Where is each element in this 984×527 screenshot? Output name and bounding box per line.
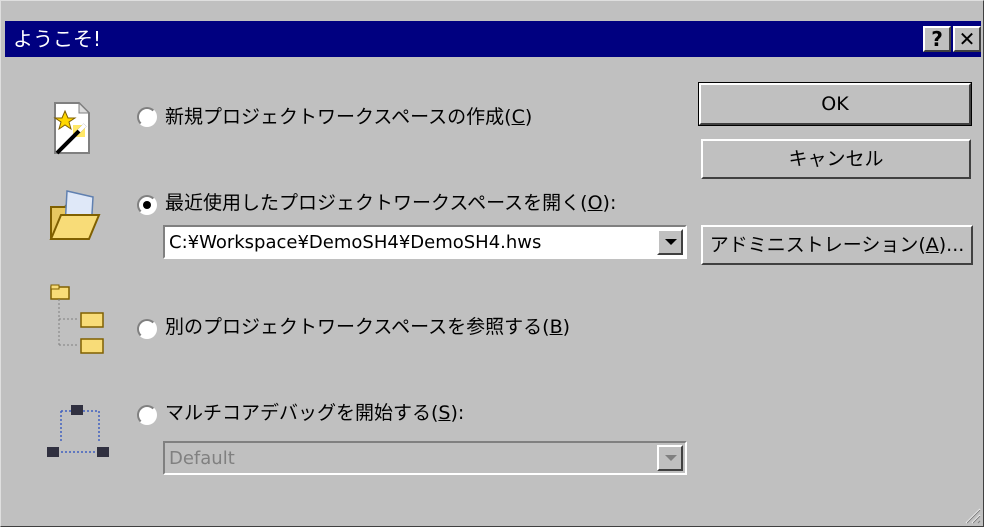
- window-title: ようこそ!: [13, 27, 102, 51]
- recent-workspace-label[interactable]: 最近使用したプロジェクトワークスペースを開く(O):: [165, 191, 616, 215]
- multicore-network-icon: [47, 405, 109, 457]
- new-workspace-label[interactable]: 新規プロジェクトワークスペースの作成(C): [165, 105, 532, 129]
- cancel-button[interactable]: キャンセル: [701, 139, 971, 179]
- help-button[interactable]: ?: [923, 26, 951, 52]
- multicore-debug-label[interactable]: マルチコアデバッグを開始する(S):: [165, 401, 464, 425]
- close-button[interactable]: ✕: [953, 26, 981, 52]
- multicore-config-value: Default: [169, 448, 235, 469]
- administration-button[interactable]: アドミニストレーション(A)...: [701, 225, 973, 265]
- recent-workspace-combo[interactable]: C:¥Workspace¥DemoSH4¥DemoSH4.hws: [163, 225, 687, 259]
- recent-workspace-path: C:¥Workspace¥DemoSH4¥DemoSH4.hws: [169, 232, 542, 253]
- browse-workspace-label[interactable]: 別のプロジェクトワークスペースを参照する(B): [165, 315, 570, 339]
- resize-grip-icon[interactable]: [963, 506, 981, 524]
- open-folder-icon: [49, 190, 101, 240]
- chevron-down-icon[interactable]: [657, 229, 683, 255]
- multicore-config-combo[interactable]: Default: [163, 441, 687, 475]
- new-workspace-wand-icon: [53, 101, 91, 155]
- browse-workspace-radio[interactable]: [137, 319, 157, 339]
- multicore-debug-radio[interactable]: [137, 405, 157, 425]
- radio-selected-dot: [143, 201, 151, 209]
- chevron-down-icon[interactable]: [657, 445, 683, 471]
- recent-workspace-radio[interactable]: [137, 195, 157, 215]
- new-workspace-radio[interactable]: [137, 107, 157, 127]
- welcome-dialog: ようこそ! ? ✕ 新規プロジェクトワークスペースの作成(C) 最近使用したプロ…: [0, 0, 984, 527]
- folder-tree-icon: [50, 284, 104, 354]
- title-bar[interactable]: ようこそ! ? ✕: [5, 21, 981, 57]
- ok-button[interactable]: OK: [698, 82, 972, 126]
